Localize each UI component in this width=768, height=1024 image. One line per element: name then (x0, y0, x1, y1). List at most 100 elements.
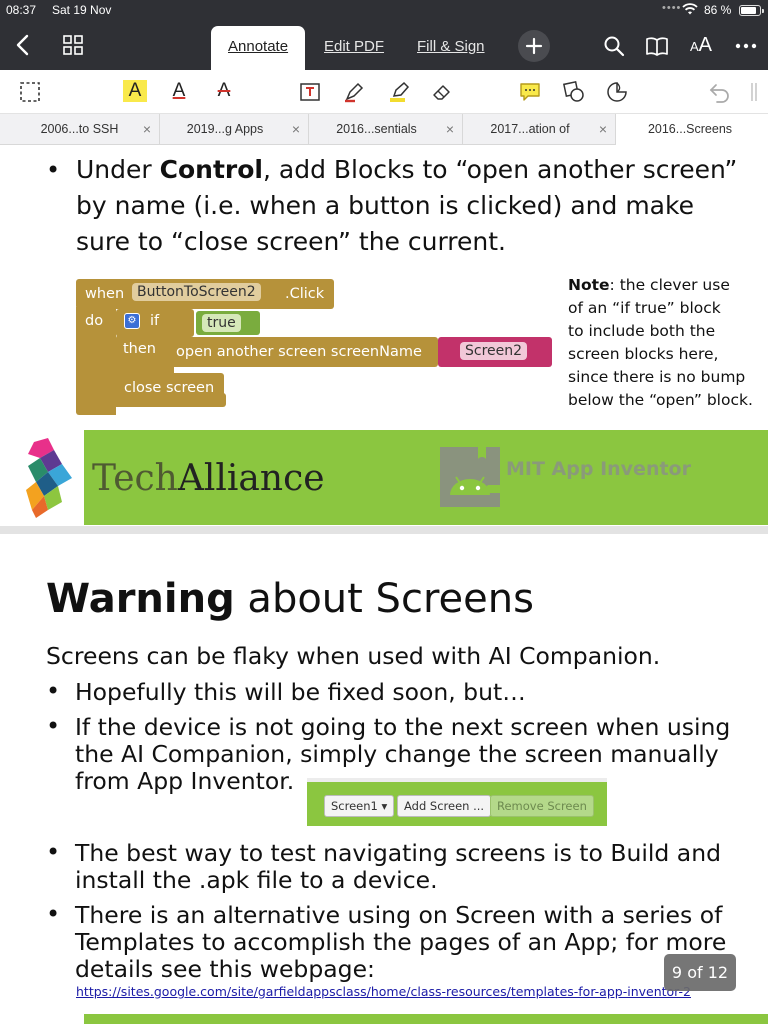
doc-tab-label: 2019...g Apps (186, 122, 264, 136)
close-screen-label: close screen (124, 380, 215, 396)
bullet-hopefully: Hopefully this will be fixed soon, but… (75, 678, 526, 706)
text-run: Under (76, 155, 160, 184)
underline-text-tool[interactable]: A (167, 80, 191, 102)
back-chevron-icon[interactable] (10, 31, 36, 59)
techalliance-wordmark: TechAlliance (92, 458, 325, 499)
undo-icon[interactable] (708, 80, 732, 104)
bullet-line: by name (i.e. when a button is clicked) … (76, 191, 694, 220)
gear-icon: ⚙ (124, 313, 140, 329)
highlight-text-tool[interactable]: A (123, 80, 147, 102)
bullet-build-apk: The best way to test navigating screens … (75, 840, 721, 894)
brand-alliance: Alliance (177, 458, 325, 499)
text-bold: Control (159, 155, 263, 184)
shapes-icon[interactable] (562, 80, 586, 104)
close-tab-icon[interactable]: × (446, 121, 454, 137)
close-tab-icon[interactable]: × (292, 121, 300, 137)
text-run: , add Blocks to “open another screen” (262, 155, 738, 184)
doc-tab-2[interactable]: 2019...g Apps × (160, 114, 309, 145)
close-tab-icon[interactable]: × (143, 121, 151, 137)
strikethrough-text-tool[interactable]: A (212, 80, 236, 102)
bullet-dot: • (46, 156, 61, 184)
search-icon[interactable] (602, 34, 626, 58)
block-if-label: if (150, 313, 160, 329)
doc-tab-label: 2017...ation of (490, 122, 570, 136)
control-blocks-bullet: Under Control, add Blocks to “open anoth… (76, 152, 737, 260)
bullet-dot: • (46, 900, 61, 928)
doc-tab-label: 2016...sentials (336, 122, 417, 136)
status-bar: 08:37 Sat 19 Nov •••• 86 % (0, 0, 768, 22)
more-options-icon[interactable] (734, 34, 758, 58)
tab-annotate[interactable]: Annotate (211, 26, 306, 70)
bullet-dot: • (46, 677, 61, 705)
text-box-icon[interactable] (298, 80, 322, 104)
remove-screen-button: Remove Screen (490, 795, 594, 817)
note-line: below the “open” block. (568, 391, 753, 409)
bullet-line: If the device is not going to the next s… (75, 713, 731, 741)
intro-paragraph: Screens can be flaky when used with AI C… (46, 642, 661, 670)
page-indicator: 9 of 12 (664, 954, 736, 991)
plus-icon (525, 37, 543, 55)
note-text: Note: the clever use of an “if true” blo… (568, 274, 768, 412)
screen-name-pill: Screen2 (460, 342, 528, 360)
block-event-label: .Click (285, 286, 325, 302)
templates-webpage-link[interactable]: https://sites.google.com/site/garfieldap… (76, 984, 691, 999)
title-bold: Warning (46, 576, 235, 622)
book-reader-icon[interactable] (645, 34, 669, 58)
close-tab-icon[interactable]: × (599, 121, 607, 137)
note-line: of an “if true” block (568, 299, 721, 317)
text-size-large: A (698, 34, 713, 56)
block-then-label: then (123, 341, 156, 357)
doc-tab-4[interactable]: 2017...ation of × (463, 114, 616, 145)
tab-edit-pdf[interactable]: Edit PDF (324, 38, 384, 55)
tab-fill-sign[interactable]: Fill & Sign (417, 38, 485, 55)
bullet-line: The best way to test navigating screens … (75, 839, 722, 867)
page-title: Warning about Screens (46, 576, 534, 622)
toolbar-handle-icon[interactable] (748, 80, 760, 104)
doc-tab-label: 2016...Screens (647, 122, 733, 136)
bullet-line: details see this webpage: (75, 955, 375, 983)
doc-tab-5-active[interactable]: 2016...Screens (616, 114, 768, 145)
add-button[interactable] (518, 30, 550, 62)
selection-marquee-icon[interactable] (18, 80, 42, 104)
note-line: screen blocks here, (568, 345, 719, 363)
battery-level (741, 7, 757, 14)
status-time: 08:37 (6, 3, 37, 17)
block-when-label: when (85, 286, 125, 302)
mit-app-inventor-text: MIT App Inventor (506, 458, 691, 480)
true-pill: true (202, 314, 241, 332)
open-screen-label: open another screen screenName (176, 344, 422, 360)
pen-icon[interactable] (342, 80, 366, 104)
highlighter-pen-icon[interactable] (387, 80, 411, 104)
lasso-icon[interactable] (605, 80, 629, 104)
block-do-label: do (85, 313, 104, 329)
bullet-dot: • (46, 712, 61, 740)
document-tabs: 2006...to SSH × 2019...g Apps × 2016...s… (0, 114, 768, 145)
text-size-small: A (690, 39, 699, 54)
techalliance-logo-icon (26, 438, 72, 518)
thumbnail-grid-icon[interactable] (62, 34, 84, 56)
pdf-page-view[interactable]: • Under Control, add Blocks to “open ano… (0, 146, 768, 1024)
doc-tab-label: 2006...to SSH (40, 122, 119, 136)
mit-app-inventor-logo-icon (440, 447, 500, 507)
bullet-line: the AI Companion, simply change the scre… (75, 740, 719, 768)
title-rest: about Screens (234, 576, 534, 622)
green-footer-band-bottom (84, 1014, 768, 1024)
battery-icon (739, 5, 764, 16)
doc-tab-3[interactable]: 2016...sentials × (309, 114, 463, 145)
annotation-toolbar: A A A (0, 70, 768, 114)
bullet-line: Templates to accomplish the pages of an … (75, 928, 727, 956)
bullet-dot: • (46, 838, 61, 866)
note-line: to include both the (568, 322, 716, 340)
app-inventor-blocks-image: when ButtonToScreen2 .Click do ⚙ if true… (76, 277, 556, 415)
screen1-dropdown: Screen1 ▾ (324, 795, 395, 817)
battery-percent: 86 % (704, 3, 732, 17)
component-pill: ButtonToScreen2 (132, 283, 261, 301)
doc-tab-1[interactable]: 2006...to SSH × (0, 114, 160, 145)
eraser-icon[interactable] (430, 80, 454, 104)
comment-note-icon[interactable] (518, 80, 542, 104)
bullet-line: Under Control, add Blocks to “open anoth… (76, 152, 737, 188)
screen-controls-image: Screen1 ▾ Add Screen ... Remove Screen (307, 778, 607, 826)
brand-tech: Tech (92, 458, 178, 499)
note-line: : the clever use (609, 276, 730, 294)
text-size-button[interactable]: AA (690, 34, 712, 57)
